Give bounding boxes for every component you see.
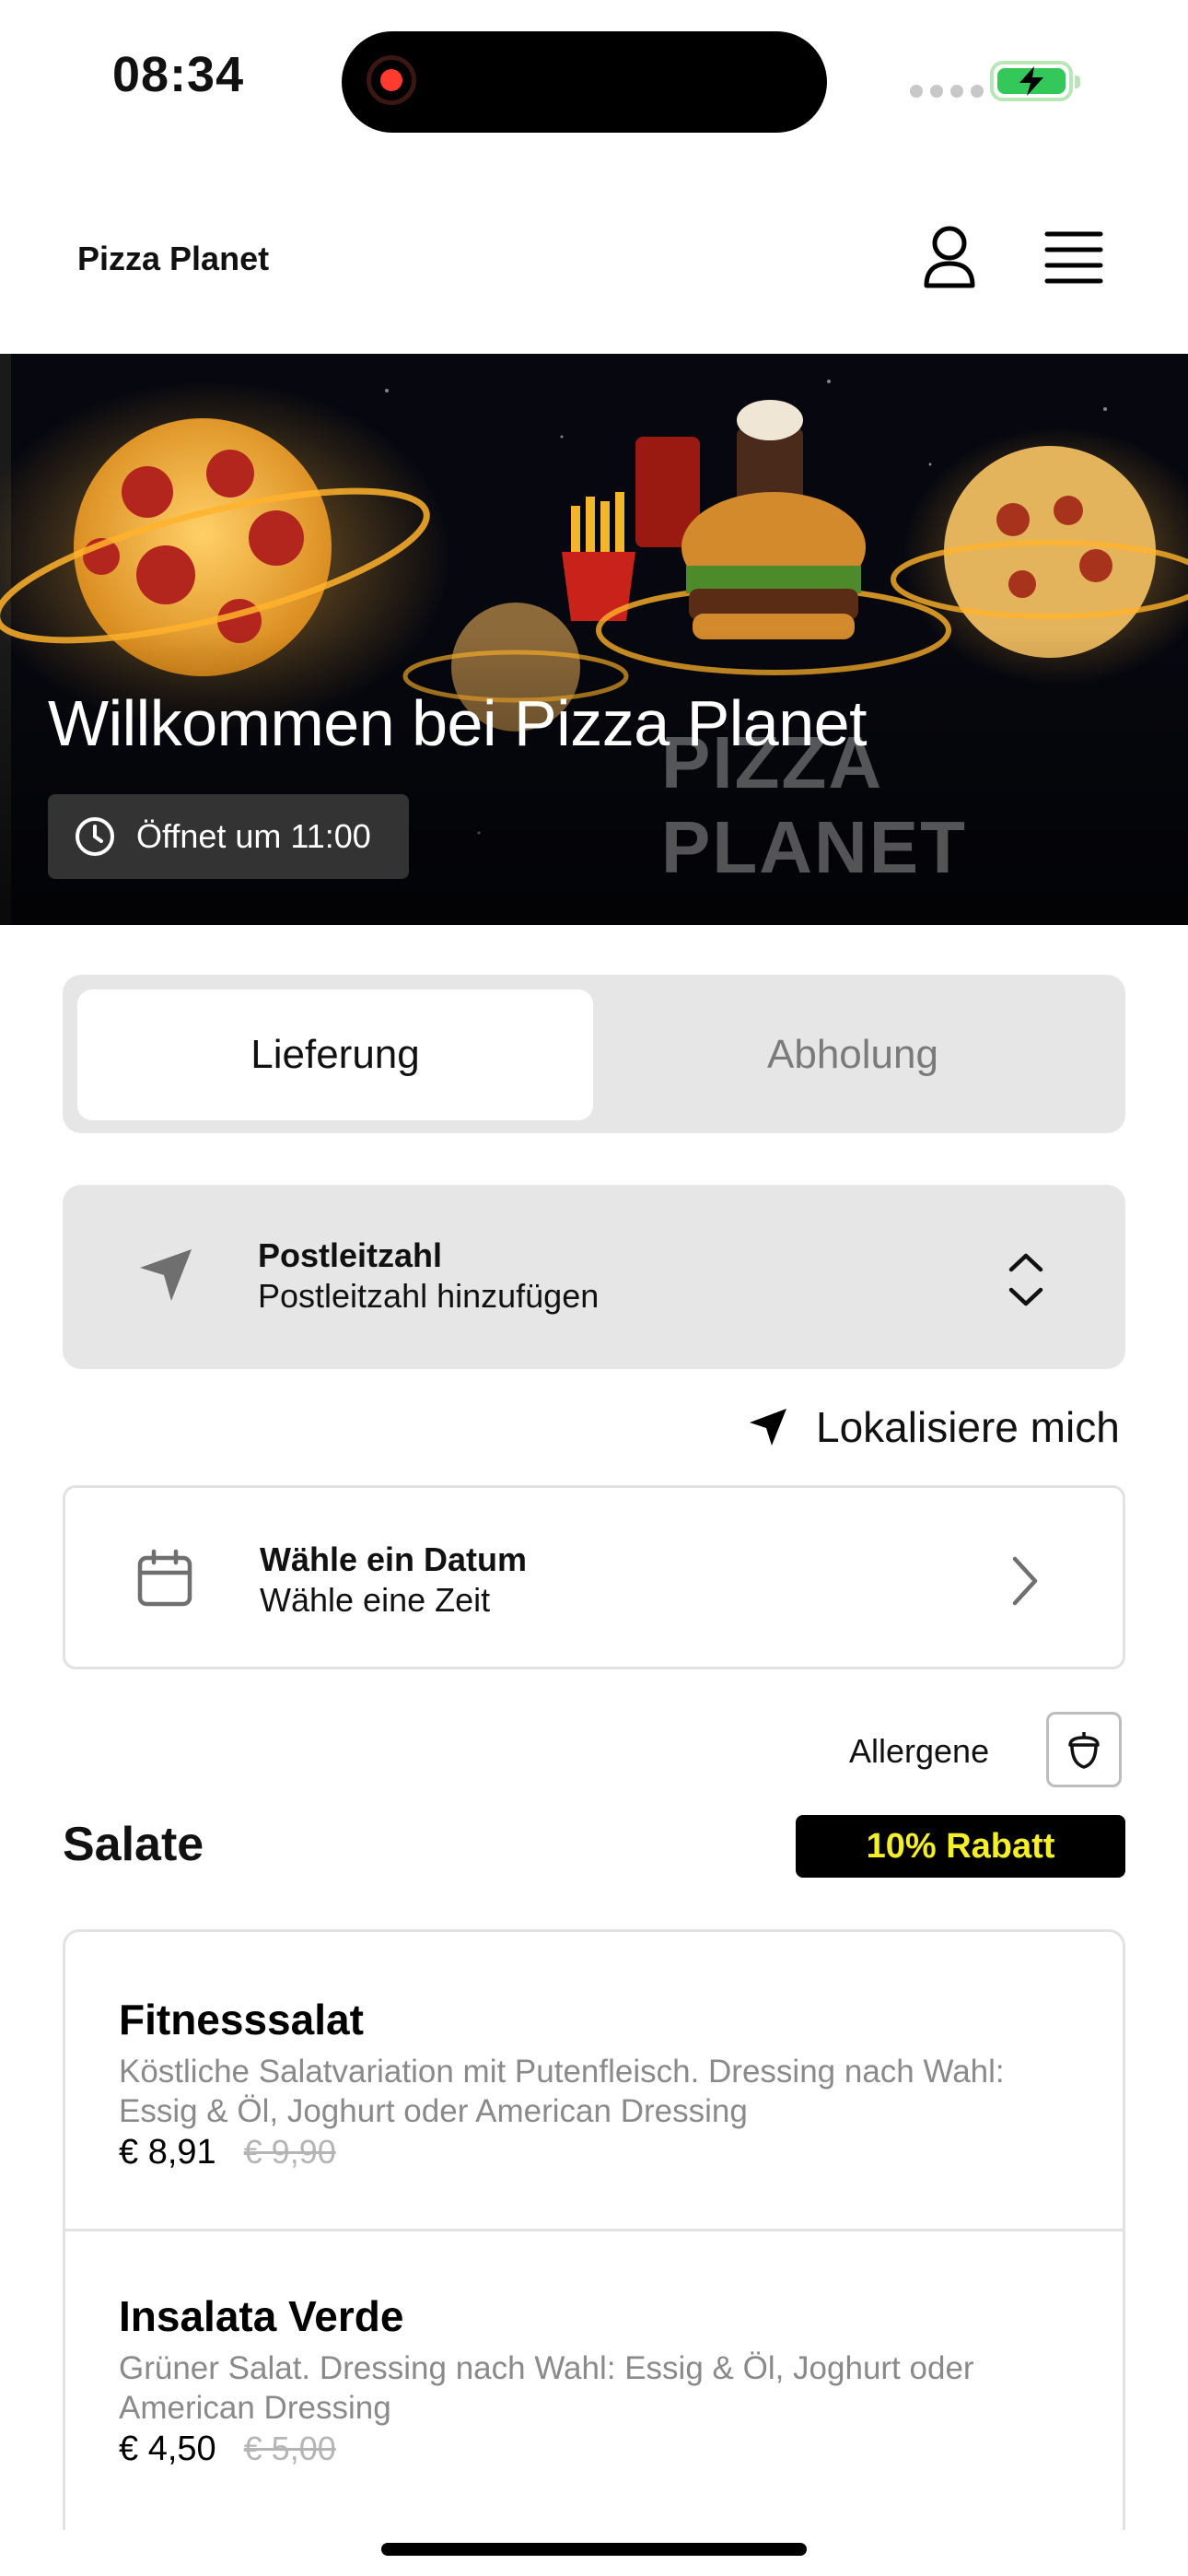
- postcode-input[interactable]: Postleitzahl hinzufügen: [258, 1277, 599, 1316]
- clock-icon: [76, 817, 114, 856]
- calendar-icon: [137, 1549, 192, 1607]
- product-card[interactable]: Fitnesssalat Köstliche Salatvariation mi…: [65, 1995, 1123, 2172]
- product-old-price: € 9,90: [243, 2133, 336, 2171]
- cellular-signal-icon: [910, 85, 984, 98]
- tab-delivery[interactable]: Lieferung: [77, 989, 593, 1120]
- opening-hours-text: Öffnet um 11:00: [136, 817, 371, 855]
- product-card[interactable]: Insalata Verde Grüner Salat. Dressing na…: [65, 2291, 1123, 2469]
- product-price: € 8,91: [119, 2133, 216, 2172]
- product-name: Insalata Verde: [119, 2292, 404, 2340]
- product-price: € 4,50: [119, 2430, 216, 2468]
- hamburger-menu-icon[interactable]: [1044, 228, 1103, 290]
- home-indicator[interactable]: [381, 2543, 807, 2556]
- brand-name[interactable]: Pizza Planet: [77, 240, 269, 278]
- product-old-price: € 5,00: [243, 2430, 336, 2467]
- divider: [65, 2229, 1123, 2231]
- locate-me-button[interactable]: Lokalisiere mich: [748, 1402, 1120, 1452]
- user-account-icon[interactable]: [921, 225, 978, 294]
- hero-title: Willkommen bei Pizza Planet: [48, 687, 868, 759]
- time-label: Wähle eine Zeit: [260, 1581, 491, 1619]
- discount-badge: 10% Rabatt: [796, 1815, 1125, 1878]
- battery-charging-icon: [990, 61, 1080, 101]
- locate-me-label: Lokalisiere mich: [816, 1403, 1120, 1451]
- allergens-label: Allergene: [849, 1732, 990, 1770]
- product-description: Grüner Salat. Dressing nach Wahl: Essig …: [119, 2350, 974, 2426]
- date-label: Wähle ein Datum: [260, 1540, 528, 1578]
- status-time: 08:34: [112, 47, 245, 102]
- product-description: Köstliche Salatvariation mit Putenfleisc…: [119, 2054, 1005, 2129]
- product-list: Fitnesssalat Köstliche Salatvariation mi…: [63, 1929, 1125, 2530]
- product-name: Fitnesssalat: [119, 1996, 364, 2043]
- location-arrow-icon: [140, 1249, 192, 1301]
- date-time-selector[interactable]: [63, 1485, 1125, 1669]
- location-arrow-icon: [750, 1409, 786, 1446]
- chevron-right-icon: [1009, 1555, 1041, 1611]
- section-title: Salate: [63, 1818, 204, 1871]
- chevron-up-down-icon[interactable]: [1006, 1249, 1046, 1315]
- opening-hours-badge: Öffnet um 11:00: [48, 794, 409, 879]
- acorn-icon: [1068, 1732, 1100, 1769]
- postcode-label: Postleitzahl: [258, 1236, 443, 1274]
- tab-pickup[interactable]: Abholung: [595, 989, 1111, 1120]
- recording-indicator-icon: [367, 55, 416, 105]
- allergens-button[interactable]: [1046, 1712, 1122, 1787]
